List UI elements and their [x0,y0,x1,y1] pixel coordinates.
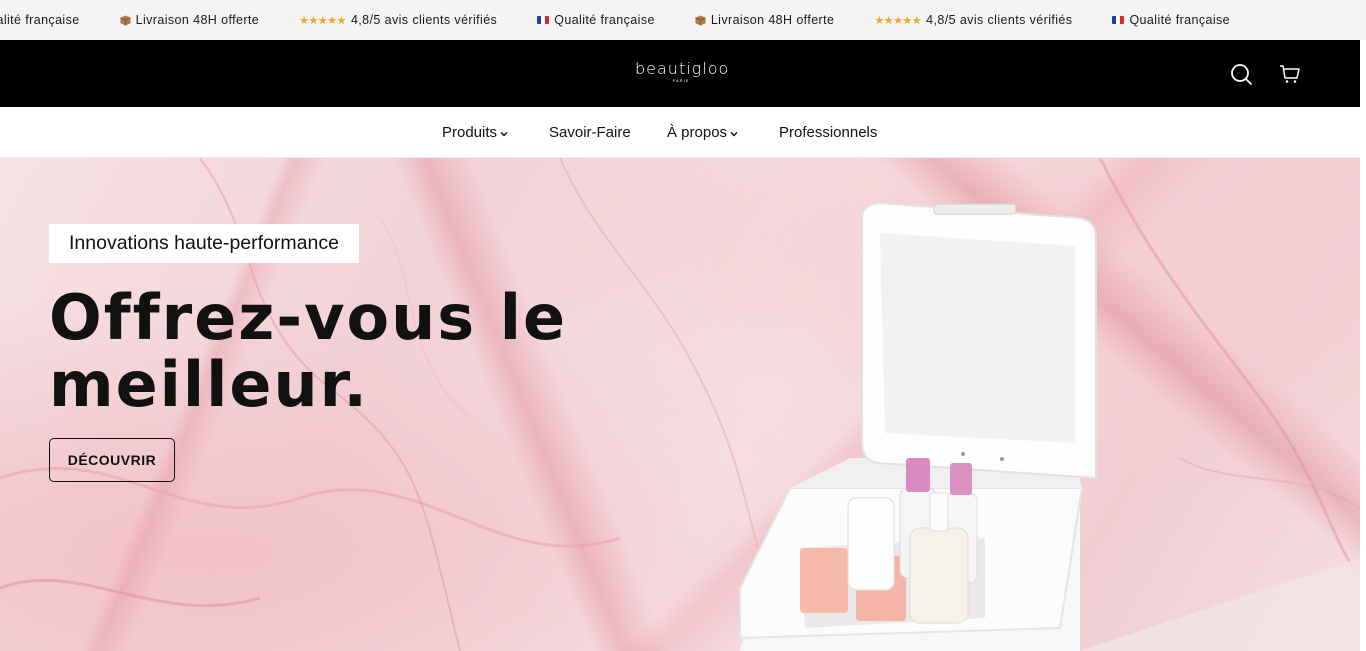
announcement-text: Qualité française [1129,13,1231,27]
announcement-item: Livraison 48H offerte [119,13,260,27]
announcement-item: Qualité française [0,13,80,27]
announcement-text: Livraison 48H offerte [135,13,260,27]
announcement-bar: Qualité française Livraison 48H offerte … [0,0,1366,40]
stars-icon: ★★★★★ [874,14,922,27]
hero-tagline: Innovations haute-performance [49,224,359,263]
nav-item-label: À propos [667,124,728,141]
main-nav: Produits Savoir-Faire À propos Professio… [0,107,1360,158]
chevron-down-icon [730,132,738,137]
flag-fr-icon [537,16,550,24]
hero-headline-line: meilleur. [49,348,369,421]
hero-headline-line: Offrez-vous le [49,281,568,354]
nav-item-a-propos[interactable]: À propos [667,124,738,141]
box-icon [695,14,706,26]
announcement-text: 4,8/5 avis clients vérifiés [350,13,498,27]
cart-icon[interactable] [1279,63,1301,85]
hero-banner: Innovations haute-performance Offrez-vou… [0,158,1360,651]
announcement-text: Livraison 48H offerte [710,13,835,27]
announcement-item: ★★★★★ 4,8/5 avis clients vérifiés [874,13,1072,27]
discover-button[interactable]: DÉCOUVRIR [49,438,175,482]
flag-fr-icon [1112,16,1125,24]
logo-subtitle: PARIS [672,78,690,83]
announcement-text: Qualité française [554,13,655,27]
nav-item-label: Produits [442,124,498,141]
nav-item-professionnels[interactable]: Professionnels [779,124,877,141]
announcement-item: Qualité française [537,13,655,27]
announcement-text: 4,8/5 avis clients vérifiés [926,13,1073,27]
hero-headline: Offrez-vous le meilleur. [49,284,609,418]
logo-wordmark: beautigloo [635,59,730,78]
announcement-track: Qualité française Livraison 48H offerte … [0,0,1270,40]
announcement-item: ★★★★★ 4,8/5 avis clients vérifiés [299,13,497,27]
nav-item-label: Savoir-Faire [549,124,631,141]
search-icon[interactable] [1230,63,1252,85]
site-header: beautigloo PARIS [0,40,1360,107]
nav-item-produits[interactable]: Produits [442,124,508,141]
nav-item-savoir-faire[interactable]: Savoir-Faire [549,124,631,141]
announcement-text: Qualité française [0,13,80,27]
stars-icon: ★★★★★ [299,14,346,27]
box-icon [119,14,131,26]
logo[interactable]: beautigloo PARIS [635,59,730,84]
nav-item-label: Professionnels [779,124,878,141]
chevron-down-icon [500,132,508,137]
announcement-item: Qualité française [1112,13,1230,27]
announcement-item: Livraison 48H offerte [695,13,835,27]
